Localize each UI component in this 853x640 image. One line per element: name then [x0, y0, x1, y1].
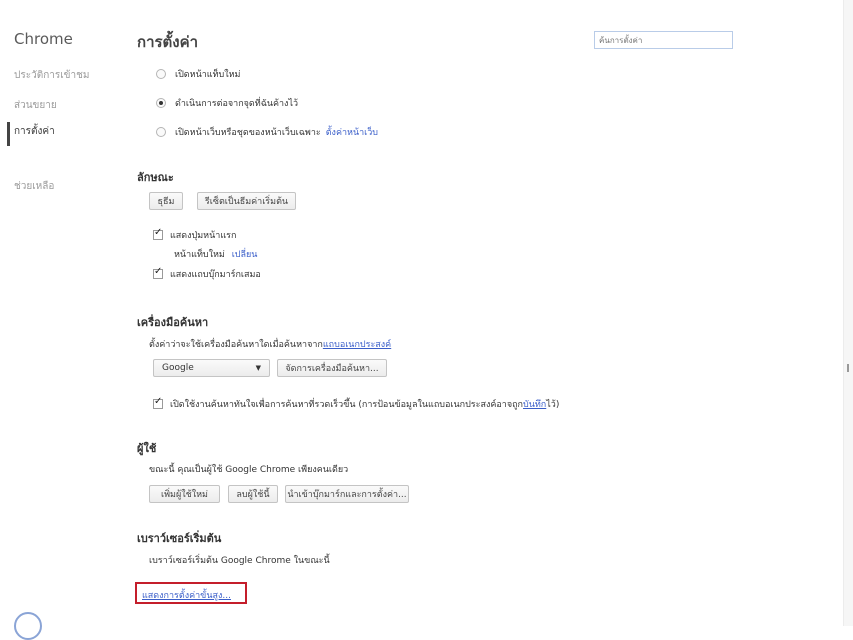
instant-search-label: เปิดใช้งานค้นหาทันใจเพื่อการค้นหาที่รวดเ… — [170, 400, 523, 410]
checkbox-checked[interactable] — [153, 266, 163, 279]
circle-decoration — [14, 612, 42, 640]
page-title: การตั้งค่า — [137, 33, 199, 51]
search-engine-selected: Google — [162, 363, 194, 373]
users-section-title: ผู้ใช้ — [137, 442, 157, 455]
sidebar-item-extensions[interactable]: ส่วนขยาย — [14, 98, 57, 113]
search-description-text: ตั้งค่าว่าจะใช้เครื่องมือค้นหาใดเมื่อค้น… — [149, 340, 323, 350]
set-pages-link[interactable]: ตั้งค่าหน้าเว็บ — [326, 125, 378, 139]
default-browser-description: เบราว์เซอร์เริ่มต้น Google Chrome ในขณะน… — [149, 556, 330, 566]
delete-user-button[interactable]: ลบผู้ใช้นี้ — [228, 485, 278, 503]
search-description: ตั้งค่าว่าจะใช้เครื่องมือค้นหาใดเมื่อค้น… — [149, 337, 391, 351]
users-description: ขณะนี้ คุณเป็นผู้ใช้ Google Chrome เพียง… — [149, 465, 349, 475]
checkbox-checked[interactable] — [153, 227, 163, 240]
show-home-button-option[interactable]: แสดงปุ่มหน้าแรก — [153, 227, 237, 242]
get-themes-button[interactable]: ธุธีม — [149, 192, 183, 210]
show-bookmarks-bar-label: แสดงแถบบุ๊กมาร์กเสมอ — [170, 270, 261, 280]
manage-search-engines-button[interactable]: จัดการเครื่องมือค้นหา... — [277, 359, 387, 377]
instant-search-option[interactable]: เปิดใช้งานค้นหาทันใจเพื่อการค้นหาที่รวดเ… — [153, 396, 560, 411]
radio-button[interactable] — [156, 69, 166, 79]
startup-option-label: เปิดหน้าแท็บใหม่ — [175, 70, 241, 80]
home-page-setting: หน้าแท็บใหม่ เปลี่ยน — [174, 247, 257, 261]
radio-button[interactable] — [156, 127, 166, 137]
search-engine-select[interactable]: Google ▼ — [153, 359, 270, 377]
startup-option-specific-pages[interactable]: เปิดหน้าเว็บหรือชุดของหน้าเว็บเฉพาะ ตั้ง… — [156, 125, 378, 139]
omnibox-link[interactable]: แถบอเนกประสงค์ — [323, 340, 391, 350]
sidebar-item-settings[interactable]: การตั้งค่า — [14, 124, 55, 139]
sidebar-item-history[interactable]: ประวัติการเข้าชม — [14, 68, 90, 83]
import-bookmarks-button[interactable]: นำเข้าบุ๊กมาร์กและการตั้งค่า... — [285, 485, 409, 503]
show-advanced-settings-link[interactable]: แสดงการตั้งค่าขั้นสูง... — [142, 588, 231, 602]
scrollbar[interactable] — [843, 0, 853, 626]
startup-option-label: ดำเนินการต่อจากจุดที่ฉันค้างไว้ — [175, 99, 299, 109]
sidebar-item-help[interactable]: ช่วยเหลือ — [14, 179, 54, 194]
dropdown-arrow-icon: ▼ — [255, 364, 261, 372]
instant-search-suffix: ไว้) — [546, 400, 560, 410]
scrollbar-thumb[interactable] — [847, 364, 849, 372]
appearance-section-title: ลักษณะ — [137, 171, 174, 184]
default-browser-section-title: เบราว์เซอร์เริ่มต้น — [137, 532, 222, 545]
startup-option-continue[interactable]: ดำเนินการต่อจากจุดที่ฉันค้างไว้ — [156, 96, 298, 110]
home-page-value: หน้าแท็บใหม่ — [174, 250, 225, 260]
startup-option-new-tab[interactable]: เปิดหน้าแท็บใหม่ — [156, 67, 240, 81]
search-section-title: เครื่องมือค้นหา — [137, 316, 209, 329]
search-settings-input[interactable] — [594, 31, 733, 49]
show-home-button-label: แสดงปุ่มหน้าแรก — [170, 231, 237, 241]
sidebar-active-indicator — [7, 122, 10, 146]
app-title: Chrome — [14, 30, 73, 48]
change-home-page-link[interactable]: เปลี่ยน — [232, 250, 258, 260]
add-user-button[interactable]: เพิ่มผู้ใช้ใหม่ — [149, 485, 220, 503]
startup-option-label: เปิดหน้าเว็บหรือชุดของหน้าเว็บเฉพาะ — [175, 128, 321, 138]
radio-button-checked[interactable] — [156, 98, 166, 108]
reset-theme-button[interactable]: รีเซ็ตเป็นธีมค่าเริ่มต้น — [197, 192, 296, 210]
checkbox-checked[interactable] — [153, 396, 163, 409]
instant-save-link[interactable]: บันทึก — [523, 397, 546, 411]
show-bookmarks-bar-option[interactable]: แสดงแถบบุ๊กมาร์กเสมอ — [153, 266, 261, 281]
